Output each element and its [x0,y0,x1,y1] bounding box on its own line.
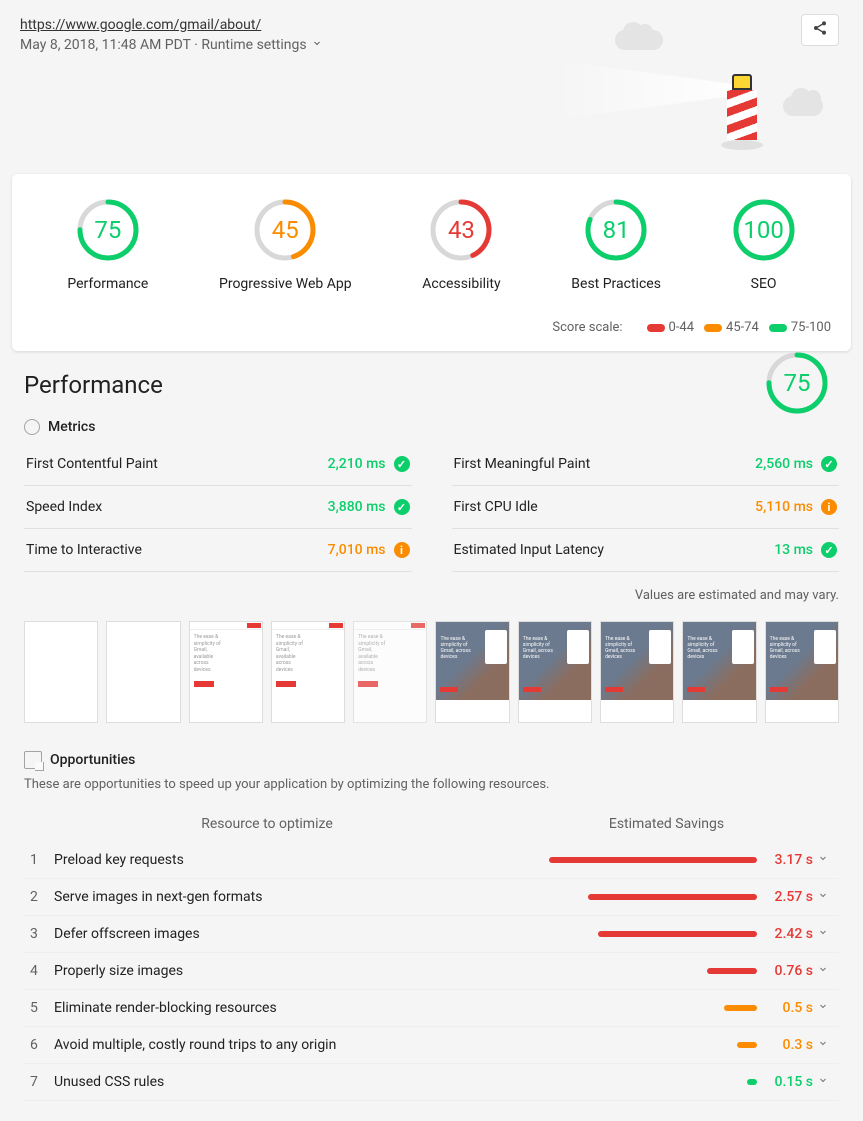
opportunities-header: Resource to optimize Estimated Savings [24,806,839,842]
filmstrip-frame: The ease &simplicity ofGmail,availableac… [353,621,427,723]
chevron-down-icon [311,37,323,53]
metric-row[interactable]: First CPU Idle 5,110 msi [452,486,840,529]
filmstrip-frame: The ease & simplicity of Gmail, across d… [682,621,756,723]
filmstrip: The ease &simplicity ofGmail,availableac… [24,621,839,723]
info-icon: i [394,542,410,558]
stopwatch-icon [24,419,40,435]
metrics-label: Metrics [48,419,95,435]
cloud-decoration [783,96,823,116]
opportunities-icon [24,751,42,769]
gauge-accessibility[interactable]: 43 Accessibility [422,198,500,292]
check-icon: ✓ [394,499,410,515]
metric-row[interactable]: First Meaningful Paint 2,560 ms✓ [452,443,840,486]
scores-card: 75 Performance 45 Progressive Web App 43… [12,174,851,351]
cloud-decoration [615,30,663,50]
opportunities-label: Opportunities [50,752,135,768]
filmstrip-frame: The ease & simplicity of Gmail, across d… [435,621,509,723]
runtime-settings-toggle[interactable]: Runtime settings [201,37,322,53]
section-title: Performance [24,371,839,399]
share-icon [812,20,828,40]
chevron-down-icon [813,889,833,905]
check-icon: ✓ [821,542,837,558]
check-icon: ✓ [394,456,410,472]
performance-section: Performance 75 Metrics First Contentful … [0,351,863,1121]
filmstrip-frame: The ease &simplicity ofGmail,availableac… [271,621,345,723]
opportunity-row[interactable]: 4 Properly size images 0.76 s [24,953,839,990]
opportunity-row[interactable]: 7 Unused CSS rules 0.15 s [24,1064,839,1101]
filmstrip-frame: The ease & simplicity of Gmail, across d… [518,621,592,723]
gauge-progressive-web-app[interactable]: 45 Progressive Web App [219,198,352,292]
filmstrip-frame: The ease &simplicity ofGmail,availableac… [189,621,263,723]
filmstrip-frame [106,621,180,723]
metric-row[interactable]: Speed Index 3,880 ms✓ [24,486,412,529]
chevron-down-icon [813,926,833,942]
lighthouse-illustration [717,74,767,174]
opportunities-description: These are opportunities to speed up your… [24,777,839,792]
info-icon: i [821,499,837,515]
filmstrip-frame [24,621,98,723]
opportunity-row[interactable]: 2 Serve images in next-gen formats 2.57 … [24,879,839,916]
metric-row[interactable]: First Contentful Paint 2,210 ms✓ [24,443,412,486]
report-header: https://www.google.com/gmail/about/ May … [0,0,863,174]
chevron-down-icon [813,963,833,979]
share-button[interactable] [801,14,839,46]
gauge-seo[interactable]: 100 SEO [732,198,796,292]
opportunity-row[interactable]: 3 Defer offscreen images 2.42 s [24,916,839,953]
audit-timestamp: May 8, 2018, 11:48 AM PDT [20,37,191,53]
chevron-down-icon [813,852,833,868]
score-scale-legend: Score scale: 0-4445-7475-100 [32,320,831,341]
chevron-down-icon [813,1074,833,1090]
metric-row[interactable]: Time to Interactive 7,010 msi [24,529,412,572]
metric-row[interactable]: Estimated Input Latency 13 ms✓ [452,529,840,572]
audited-url[interactable]: https://www.google.com/gmail/about/ [20,17,261,33]
check-icon: ✓ [821,456,837,472]
opportunity-row[interactable]: 1 Preload key requests 3.17 s [24,842,839,879]
gauge-best-practices[interactable]: 81 Best Practices [571,198,661,292]
metrics-note: Values are estimated and may vary. [24,588,839,603]
opportunity-row[interactable]: 6 Avoid multiple, costly round trips to … [24,1027,839,1064]
filmstrip-frame: The ease & simplicity of Gmail, across d… [600,621,674,723]
gauge-performance[interactable]: 75 Performance [67,198,148,292]
chevron-down-icon [813,1037,833,1053]
opportunity-row[interactable]: 5 Eliminate render-blocking resources 0.… [24,990,839,1027]
chevron-down-icon [813,1000,833,1016]
filmstrip-frame: The ease & simplicity of Gmail, across d… [765,621,839,723]
lighthouse-beam [553,60,733,120]
